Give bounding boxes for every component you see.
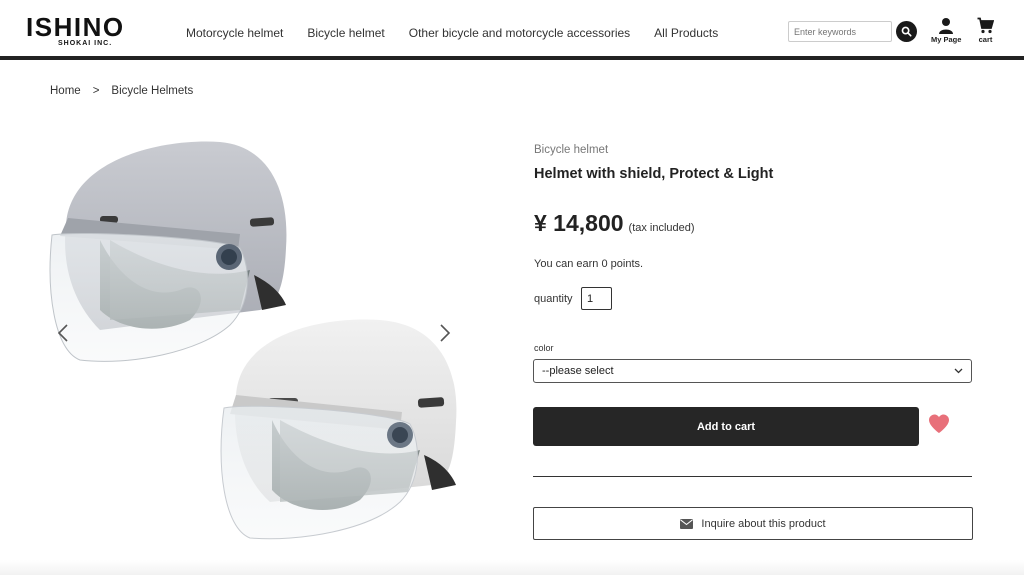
main-nav: Motorcycle helmet Bicycle helmet Other b… <box>186 26 742 40</box>
quantity-input[interactable] <box>581 287 612 310</box>
product-category: Bicycle helmet <box>534 144 609 156</box>
gallery-next-button[interactable] <box>435 320 455 346</box>
inquire-label: Inquire about this product <box>701 517 826 530</box>
tax-note: (tax included) <box>628 222 695 234</box>
divider <box>533 476 972 477</box>
breadcrumb-current[interactable]: Bicycle Helmets <box>111 85 193 97</box>
mypage-link[interactable]: My Page <box>931 17 961 44</box>
add-to-cart-button[interactable]: Add to cart <box>533 407 919 446</box>
search-button[interactable] <box>896 21 917 42</box>
price-row: ¥ 14,800 (tax included) <box>534 210 695 237</box>
nav-accessories[interactable]: Other bicycle and motorcycle accessories <box>409 26 630 40</box>
color-select[interactable]: --please select <box>533 359 972 383</box>
color-select-value: --please select <box>542 365 614 377</box>
logo-main: ISHINO <box>26 12 125 42</box>
envelope-icon <box>680 518 694 529</box>
chevron-down-icon <box>954 368 963 374</box>
product-image <box>49 141 457 540</box>
color-label: color <box>534 343 554 353</box>
nav-motorcycle-helmet[interactable]: Motorcycle helmet <box>186 26 283 40</box>
helmet-gray <box>49 141 287 362</box>
gallery-prev-button[interactable] <box>53 320 73 346</box>
user-icon <box>939 18 954 34</box>
points-text: You can earn 0 points. <box>534 258 644 270</box>
mypage-label: My Page <box>931 35 962 44</box>
heart-icon[interactable] <box>928 414 950 434</box>
breadcrumb-separator: > <box>92 85 100 97</box>
cart-link[interactable]: cart <box>977 17 994 44</box>
cart-label: cart <box>978 35 993 44</box>
quantity-label: quantity <box>534 293 573 305</box>
site-header: ISHINO SHOKAI INC. Motorcycle helmet Bic… <box>0 0 1024 60</box>
product-title: Helmet with shield, Protect & Light <box>534 166 774 182</box>
logo[interactable]: ISHINO SHOKAI INC. <box>26 14 146 47</box>
helmet-white <box>220 319 457 540</box>
page-bottom-fade <box>0 560 1024 575</box>
inquire-button[interactable]: Inquire about this product <box>533 507 973 540</box>
product-price: ¥ 14,800 <box>534 210 624 236</box>
search-input[interactable] <box>788 21 892 42</box>
nav-all-products[interactable]: All Products <box>654 26 718 40</box>
product-gallery[interactable] <box>40 130 470 560</box>
breadcrumb: Home > Bicycle Helmets <box>50 85 193 97</box>
search-icon <box>901 26 912 37</box>
breadcrumb-home[interactable]: Home <box>50 85 81 97</box>
chevron-right-icon <box>440 324 451 342</box>
cart-icon <box>977 17 994 34</box>
chevron-left-icon <box>57 324 68 342</box>
nav-bicycle-helmet[interactable]: Bicycle helmet <box>307 26 384 40</box>
